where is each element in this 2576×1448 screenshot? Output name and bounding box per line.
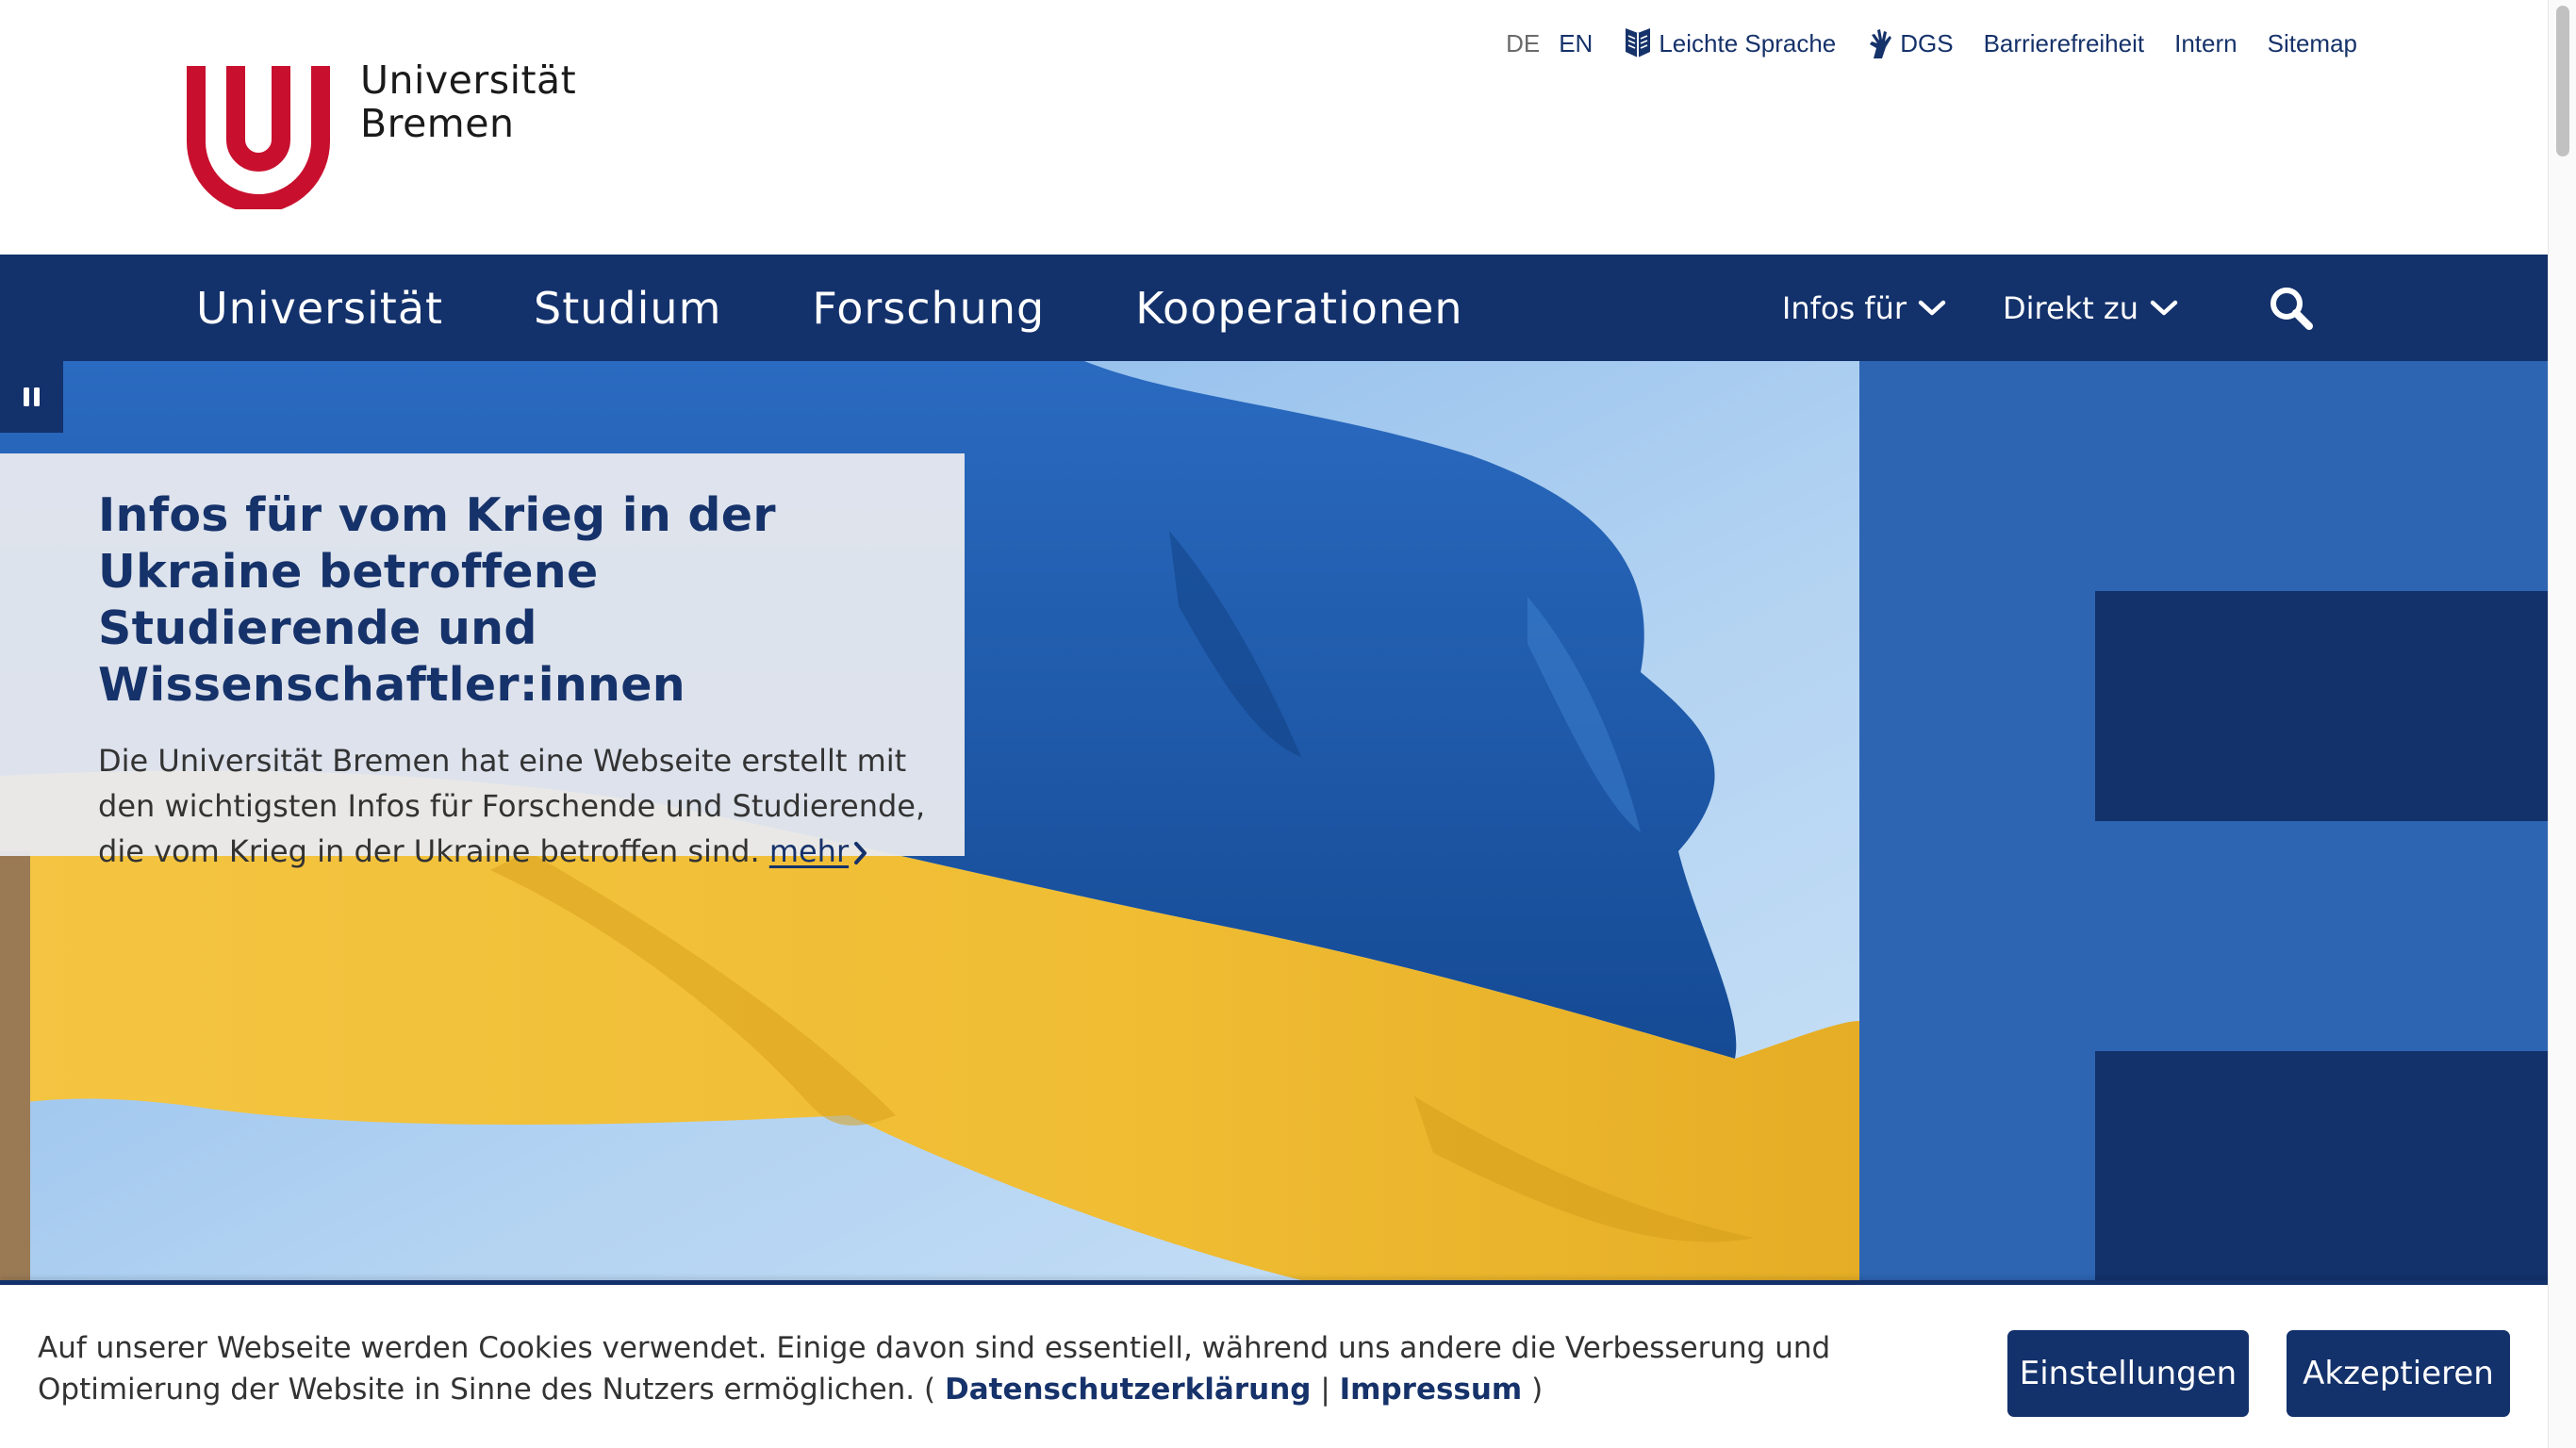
- cookie-message: Auf unserer Webseite werden Cookies verw…: [38, 1331, 1831, 1407]
- sign-language-link[interactable]: DGS: [1866, 27, 1954, 59]
- infos-fuer-label: Infos für: [1781, 289, 1907, 326]
- meta-navigation: DE EN Leichte Sprache DGS Barrierefreihe…: [1506, 25, 2357, 62]
- nav-item-kooperationen[interactable]: Kooperationen: [1135, 283, 1462, 334]
- scrollbar[interactable]: [2548, 0, 2576, 1448]
- hero-pattern-panel: [1859, 361, 2548, 1280]
- easy-language-link[interactable]: Leichte Sprache: [1623, 27, 1836, 59]
- book-icon: [1626, 28, 1651, 58]
- cookie-accept-button[interactable]: Akzeptieren: [2287, 1330, 2510, 1417]
- primary-nav: Universität Studium Forschung Kooperatio…: [196, 255, 1463, 361]
- accessibility-link[interactable]: Barrierefreiheit: [1984, 29, 2145, 58]
- logo-line-1: Universität: [360, 58, 577, 103]
- hero-slider: Infos für vom Krieg in der Ukraine betro…: [0, 361, 2548, 1280]
- lang-en-link[interactable]: EN: [1559, 29, 1593, 58]
- search-icon: [2271, 287, 2313, 330]
- nav-item-studium[interactable]: Studium: [534, 283, 721, 334]
- nav-item-universitaet[interactable]: Universität: [196, 283, 443, 334]
- search-button[interactable]: [2269, 286, 2314, 331]
- hero-teaser-box: Infos für vom Krieg in der Ukraine betro…: [0, 453, 965, 869]
- main-navigation: Universität Studium Forschung Kooperatio…: [0, 255, 2548, 361]
- teaser-title: Infos für vom Krieg in der Ukraine betro…: [98, 488, 776, 712]
- scrollbar-thumb[interactable]: [2556, 6, 2569, 156]
- pause-icon: [23, 387, 40, 406]
- more-link-label: mehr: [768, 833, 850, 869]
- direkt-zu-label: Direkt zu: [2003, 289, 2138, 326]
- direkt-zu-dropdown[interactable]: Direkt zu: [2003, 290, 2178, 326]
- cookie-banner: Auf unserer Webseite werden Cookies verw…: [0, 1280, 2548, 1448]
- sitemap-link[interactable]: Sitemap: [2268, 29, 2357, 58]
- chevron-down-icon: [2150, 300, 2178, 315]
- intern-link[interactable]: Intern: [2174, 29, 2237, 58]
- hand-sign-icon: [1870, 29, 1892, 58]
- cookie-text: Auf unserer Webseite werden Cookies verw…: [38, 1327, 1942, 1410]
- teaser-text: Die Universität Bremen hat eine Webseite…: [98, 738, 927, 874]
- uni-bremen-u-logo-icon: [187, 66, 330, 209]
- easy-language-label: Leichte Sprache: [1659, 28, 1837, 58]
- logo-text: Universität Bremen: [360, 58, 576, 145]
- pattern-block: [2095, 1051, 2548, 1280]
- nav-item-forschung[interactable]: Forschung: [812, 283, 1045, 334]
- pattern-block: [2095, 591, 2548, 821]
- university-logo[interactable]: Universität Bremen: [187, 58, 576, 209]
- chevron-down-icon: [1918, 300, 1946, 315]
- cookie-settings-button[interactable]: Einstellungen: [2007, 1330, 2249, 1417]
- imprint-link[interactable]: Impressum: [1340, 1373, 1523, 1407]
- infos-fuer-dropdown[interactable]: Infos für: [1782, 290, 1946, 326]
- language-switcher: DE EN: [1506, 29, 1593, 58]
- logo-line-2: Bremen: [360, 101, 515, 146]
- lang-de-link[interactable]: DE: [1506, 29, 1540, 58]
- cookie-closing: ): [1531, 1373, 1544, 1407]
- slider-pause-button[interactable]: [0, 361, 63, 433]
- privacy-policy-link[interactable]: Datenschutzerklärung: [945, 1373, 1311, 1407]
- chevron-right-icon: [854, 842, 867, 864]
- link-separator: |: [1320, 1373, 1330, 1407]
- sign-language-label: DGS: [1900, 28, 1954, 58]
- more-link[interactable]: mehr: [769, 833, 869, 869]
- page: Universität Bremen DE EN Leichte Sprache…: [0, 0, 2576, 1448]
- secondary-nav: Infos für Direkt zu: [1782, 255, 2314, 361]
